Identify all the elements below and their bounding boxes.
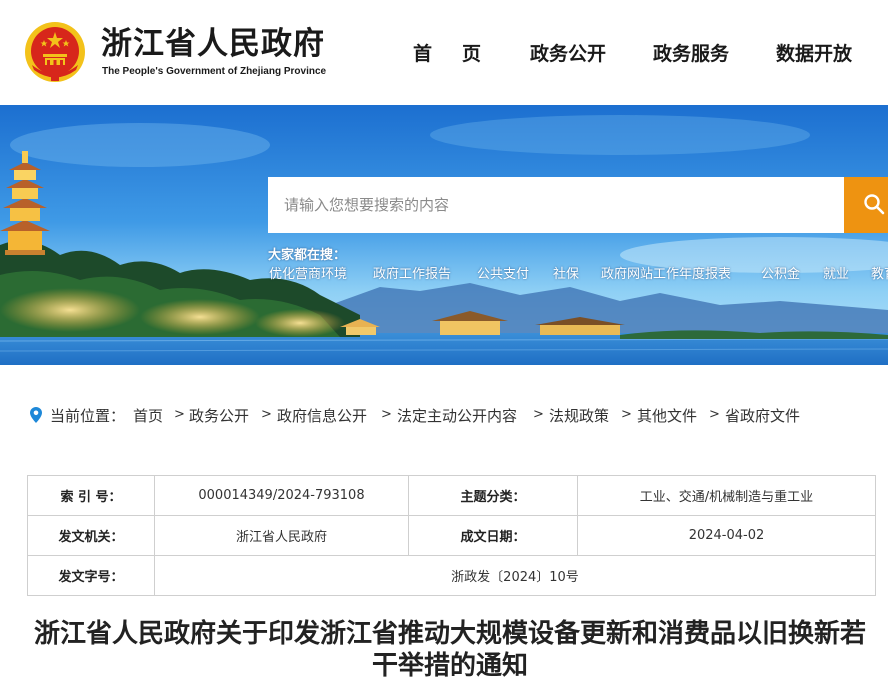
- breadcrumb-separator: >: [709, 407, 720, 422]
- site-subtitle: The People's Government of Zhejiang Prov…: [102, 66, 327, 77]
- table-row: 发文机关： 浙江省人民政府 成文日期： 2024-04-02: [27, 515, 876, 556]
- document-number-value: 浙政发〔2024〕10号: [154, 555, 876, 596]
- hot-search-link[interactable]: 教育: [871, 263, 888, 282]
- nav-item-home[interactable]: 首页: [413, 41, 511, 67]
- breadcrumb-item-current[interactable]: 省政府文件: [725, 405, 800, 426]
- breadcrumb-item[interactable]: 其他文件: [637, 405, 697, 426]
- document-info-table: 索 引 号： 000014349/2024-793108 主题分类： 工业、交通…: [27, 475, 876, 596]
- index-number-label: 索 引 号：: [27, 475, 155, 516]
- topic-category-label: 主题分类：: [408, 475, 578, 516]
- issuing-authority-value: 浙江省人民政府: [154, 515, 409, 556]
- breadcrumb-separator: >: [174, 407, 185, 422]
- site-title[interactable]: 浙江省人民政府: [101, 26, 325, 62]
- table-row: 索 引 号： 000014349/2024-793108 主题分类： 工业、交通…: [27, 475, 876, 516]
- breadcrumb-item[interactable]: 政务公开: [189, 405, 249, 426]
- search-input[interactable]: [268, 177, 844, 233]
- table-row: 发文字号： 浙政发〔2024〕10号: [27, 555, 876, 596]
- written-date-label: 成文日期：: [408, 515, 578, 556]
- issuing-authority-label: 发文机关：: [27, 515, 155, 556]
- search-button[interactable]: [844, 177, 888, 233]
- document-title: 浙江省人民政府关于印发浙江省推动大规模设备更新和消费品以旧换新若干举措的通知: [33, 619, 866, 681]
- breadcrumb-item[interactable]: 政府信息公开: [277, 405, 367, 426]
- location-pin-icon: [30, 407, 42, 423]
- index-number-value: 000014349/2024-793108: [154, 475, 409, 516]
- hot-search-link[interactable]: 公共支付: [477, 263, 529, 282]
- hot-search-link[interactable]: 就业: [823, 263, 849, 282]
- west-lake-banner-image: [0, 105, 888, 365]
- breadcrumb: 当前位置： 首页 > 政务公开 > 政府信息公开 > 法定主动公开内容 > 法规…: [30, 405, 888, 427]
- breadcrumb-separator: >: [381, 407, 392, 422]
- hot-search-link[interactable]: 政府网站工作年度报表: [601, 263, 731, 282]
- written-date-value: 2024-04-02: [577, 515, 876, 556]
- breadcrumb-item[interactable]: 首页: [133, 405, 163, 426]
- breadcrumb-label: 当前位置：: [50, 407, 126, 425]
- hot-search-link[interactable]: 社保: [553, 263, 579, 282]
- hot-search-link[interactable]: 政府工作报告: [373, 263, 451, 282]
- nav-item-open-data[interactable]: 数据开放: [776, 41, 852, 67]
- breadcrumb-separator: >: [261, 407, 272, 422]
- hero-banner: 大家都在搜： 优化营商环境 政府工作报告 公共支付 社保 政府网站工作年度报表 …: [0, 105, 888, 365]
- breadcrumb-item[interactable]: 法规政策: [549, 405, 609, 426]
- hot-search-link[interactable]: 优化营商环境: [269, 263, 347, 282]
- breadcrumb-item[interactable]: 法定主动公开内容: [397, 405, 517, 426]
- search-icon: [864, 193, 885, 214]
- breadcrumb-separator: >: [533, 407, 544, 422]
- hot-search-link[interactable]: 公积金: [761, 263, 800, 282]
- nav-item-gov-services[interactable]: 政务服务: [653, 41, 729, 67]
- document-number-label: 发文字号：: [27, 555, 155, 596]
- national-emblem-icon[interactable]: [24, 21, 86, 83]
- nav-item-gov-affairs-disclosure[interactable]: 政务公开: [530, 41, 606, 67]
- hot-search-label: 大家都在搜：: [268, 248, 347, 263]
- site-header: 浙江省人民政府 The People's Government of Zheji…: [0, 0, 888, 105]
- breadcrumb-separator: >: [621, 407, 632, 422]
- topic-category-value: 工业、交通/机械制造与重工业: [577, 475, 876, 516]
